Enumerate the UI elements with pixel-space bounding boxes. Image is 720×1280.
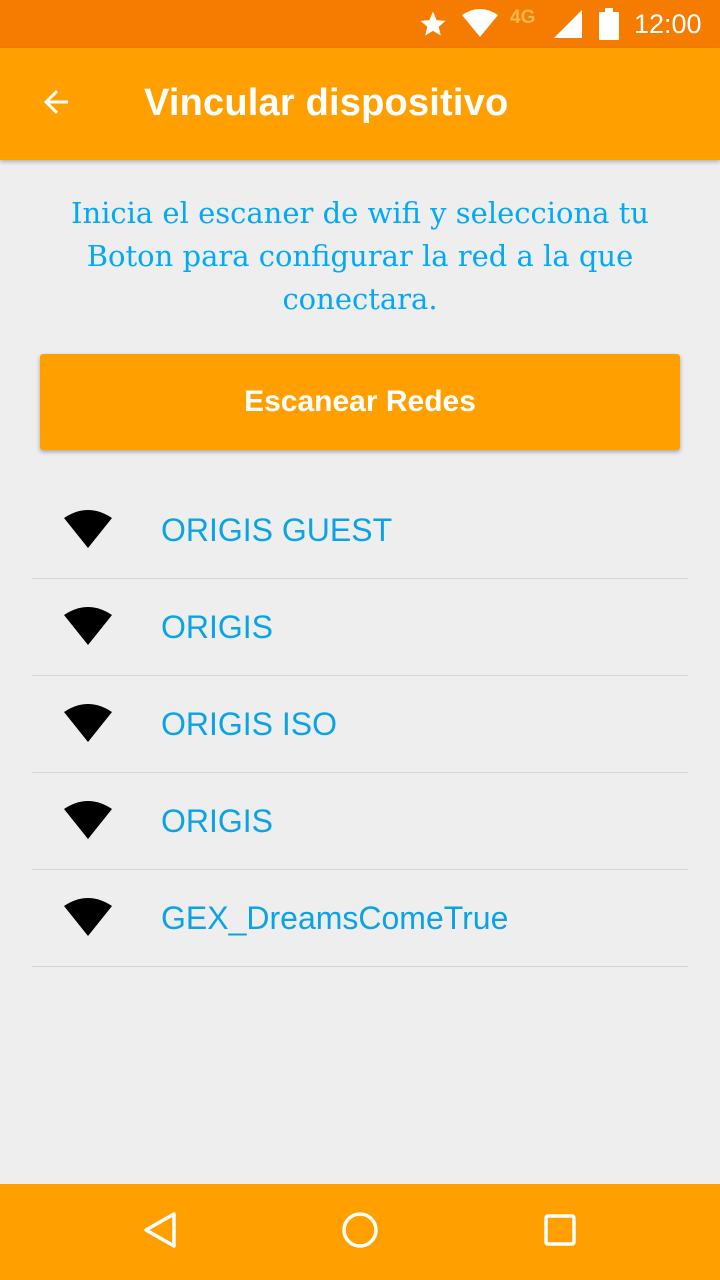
- wifi-icon: [62, 607, 114, 647]
- signal-icon: [552, 0, 584, 48]
- list-item[interactable]: ORIGIS ISO: [32, 676, 688, 773]
- network-list: ORIGIS GUEST ORIGIS ORIGIS ISO ORIGIS GE…: [32, 482, 688, 967]
- wifi-icon: [62, 898, 114, 938]
- clock-time: 12:00: [634, 8, 702, 39]
- network-name: ORIGIS: [161, 609, 274, 645]
- network-name: ORIGIS ISO: [161, 706, 338, 742]
- nav-recent-button[interactable]: [520, 1208, 600, 1256]
- nav-recent-icon: [542, 1212, 578, 1253]
- list-item[interactable]: GEX_DreamsComeTrue: [32, 870, 688, 967]
- network-name: GEX_DreamsComeTrue: [161, 900, 509, 936]
- list-item[interactable]: ORIGIS: [32, 773, 688, 870]
- list-item[interactable]: ORIGIS: [32, 579, 688, 676]
- app-bar: Vincular dispositivo: [0, 48, 720, 160]
- network-type-label: 4G: [510, 7, 536, 28]
- nav-back-button[interactable]: [120, 1208, 200, 1256]
- wifi-icon: [62, 704, 114, 744]
- network-name: ORIGIS: [161, 803, 274, 839]
- wifi-icon: [460, 0, 500, 48]
- nav-home-button[interactable]: [320, 1208, 400, 1256]
- status-bar: 4G 12:00: [0, 0, 720, 48]
- instructions-text: Inicia el escaner de wifi y selecciona t…: [70, 196, 649, 316]
- nav-back-icon: [140, 1210, 180, 1255]
- list-item[interactable]: ORIGIS GUEST: [32, 482, 688, 579]
- wifi-icon: [62, 510, 114, 550]
- navigation-bar: [0, 1184, 720, 1280]
- scan-networks-button[interactable]: Escanear Redes: [40, 354, 680, 450]
- page-title: Vincular dispositivo: [144, 82, 509, 124]
- arrow-back-icon: [38, 84, 74, 125]
- network-name: ORIGIS GUEST: [161, 512, 393, 548]
- wifi-icon: [62, 801, 114, 841]
- nav-home-icon: [340, 1210, 380, 1255]
- back-button[interactable]: [24, 80, 88, 128]
- star-icon: [418, 0, 448, 48]
- battery-icon: [598, 0, 620, 48]
